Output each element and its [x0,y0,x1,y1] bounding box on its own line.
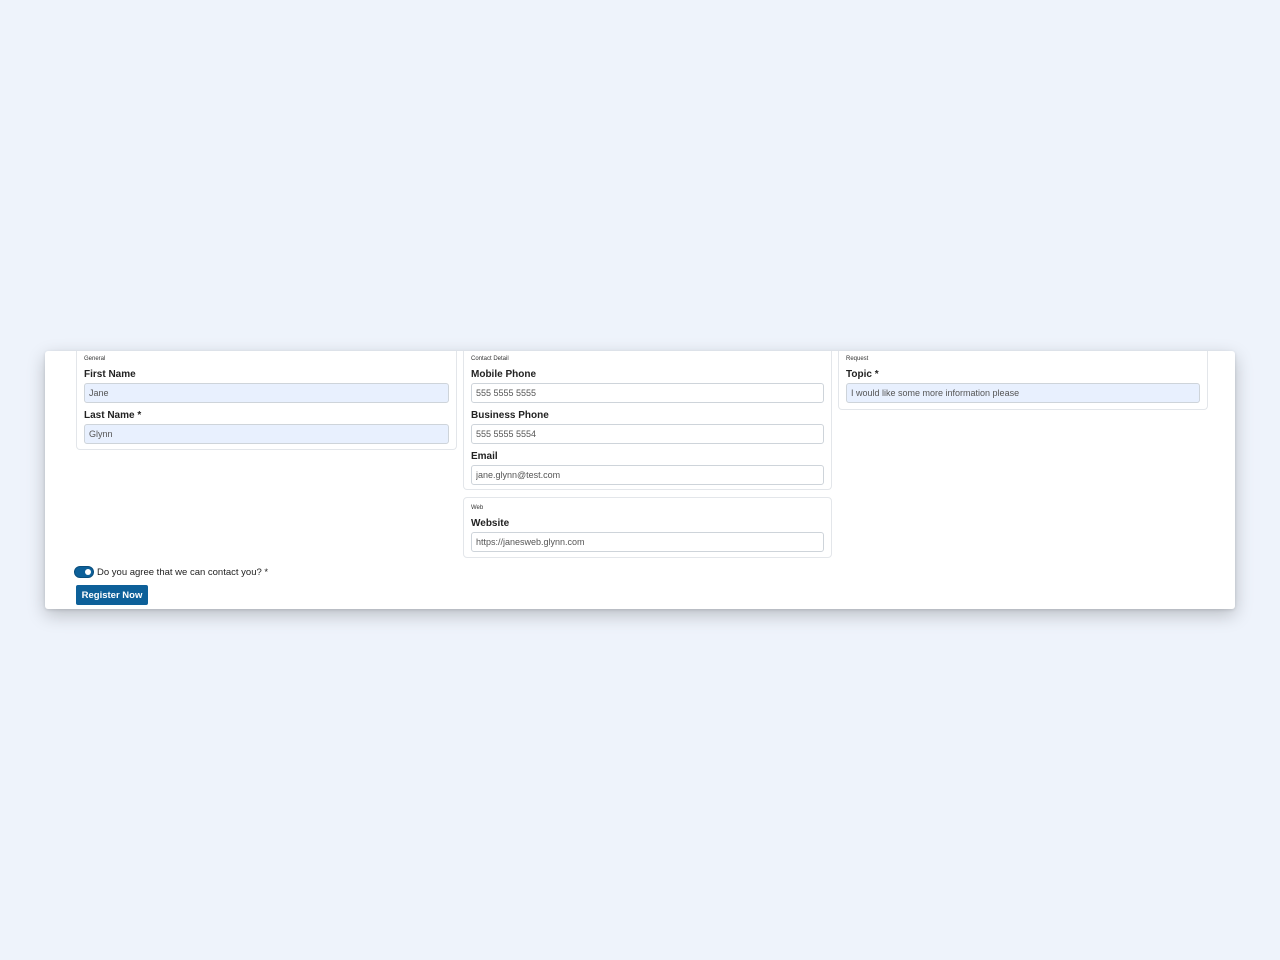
website-label: Website [471,518,510,529]
website-input[interactable] [471,532,824,552]
section-web: Web Website [463,497,832,558]
email-input[interactable] [471,465,824,485]
register-now-button[interactable]: Register Now [76,585,148,605]
consent-row: Do you agree that we can contact you? * [74,565,268,579]
consent-toggle[interactable] [74,566,94,578]
business-phone-label: Business Phone [471,410,549,421]
section-request: Request Topic * [838,351,1208,410]
first-name-input[interactable] [84,383,449,403]
section-request-title: Request [846,356,869,362]
mobile-phone-label: Mobile Phone [471,369,536,380]
mobile-phone-input[interactable] [471,383,824,403]
last-name-label: Last Name * [84,410,142,421]
topic-label: Topic * [846,369,879,380]
form-card: General First Name Last Name * Contact D… [45,351,1235,609]
consent-label: Do you agree that we can contact you? * [97,566,269,578]
business-phone-input[interactable] [471,424,824,444]
topic-input[interactable] [846,383,1200,403]
section-general: General First Name Last Name * [76,351,457,450]
section-general-title: General [84,356,106,362]
first-name-label: First Name [84,369,136,380]
email-label: Email [471,451,498,462]
section-web-title: Web [471,505,484,511]
toggle-knob-icon [85,569,91,575]
section-contact-title: Contact Detail [471,356,509,362]
section-contact-detail: Contact Detail Mobile Phone Business Pho… [463,351,832,490]
last-name-input[interactable] [84,424,449,444]
